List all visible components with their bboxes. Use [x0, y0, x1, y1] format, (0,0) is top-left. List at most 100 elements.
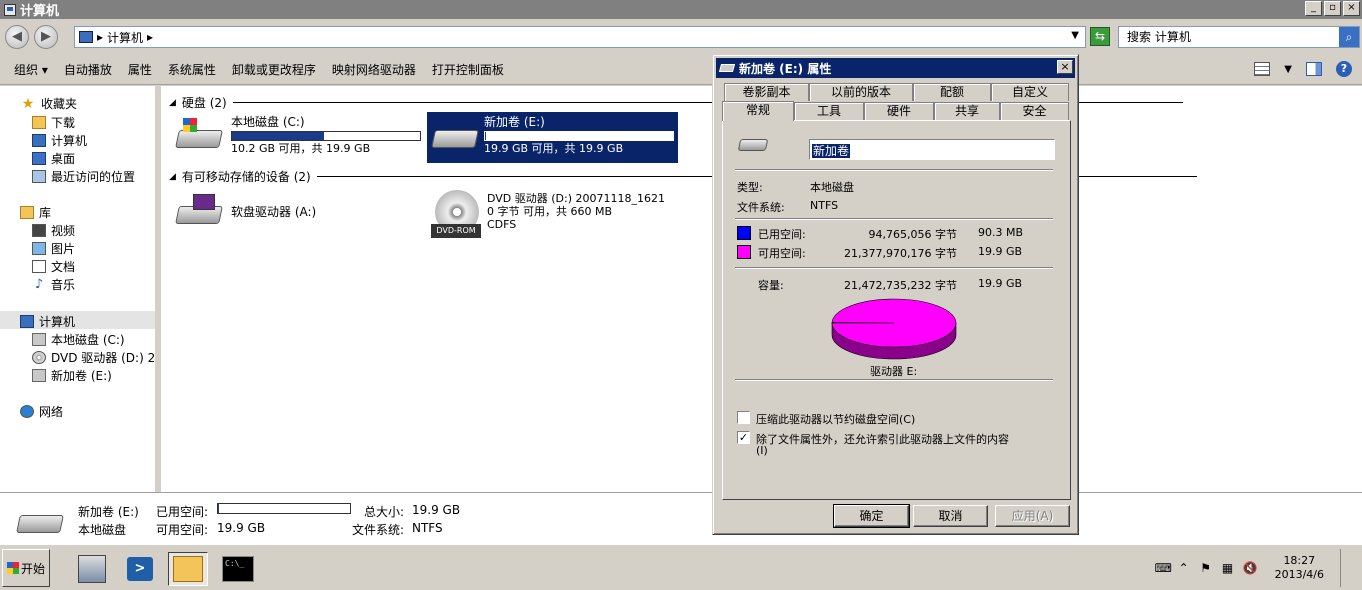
ok-button[interactable]: 确定 [833, 504, 910, 528]
taskbar-powershell[interactable]: > [120, 552, 160, 586]
preview-pane-icon[interactable] [1306, 62, 1322, 76]
taskbar-cmd[interactable]: C:\_ [218, 552, 258, 586]
show-hidden-icons-icon[interactable]: ⌃ [1177, 561, 1191, 575]
capacity-size: 19.9 GB [978, 277, 1023, 290]
organize-button[interactable]: 组织 ▾ [6, 61, 56, 78]
dvd-icon [32, 351, 46, 364]
tab-sharing[interactable]: 共享 [934, 102, 1000, 120]
nav-label: 计算机 [39, 315, 76, 329]
volume-name-input[interactable]: 新加卷 [809, 139, 1055, 160]
nav-videos[interactable]: 视频 [32, 222, 75, 239]
nav-label: 文档 [51, 260, 76, 274]
nav-drive-c[interactable]: 本地磁盘 (C:) [32, 331, 125, 348]
nav-favorites[interactable]: ★ 收藏夹 [20, 95, 77, 112]
uninstall-button[interactable]: 卸载或更改程序 [224, 61, 324, 78]
drive-e-tile[interactable]: 新加卷 (E:) 19.9 GB 可用，共 19.9 GB [427, 112, 678, 163]
forward-button[interactable]: ▶ [34, 25, 58, 49]
maximize-button[interactable]: ▫ [1324, 1, 1341, 16]
nav-music[interactable]: ♪ 音乐 [32, 276, 75, 293]
nav-recent[interactable]: 最近访问的位置 [32, 168, 135, 185]
library-icon [20, 206, 34, 219]
tab-hardware[interactable]: 硬件 [864, 102, 934, 120]
minimize-button[interactable]: _ [1305, 1, 1322, 16]
network-icon [20, 405, 34, 418]
nav-pictures[interactable]: 图片 [32, 240, 75, 257]
window-title: 计算机 [20, 4, 60, 19]
index-label-suffix[interactable]: (I) [756, 444, 768, 457]
tab-general[interactable]: 常规 [722, 101, 794, 121]
cancel-button[interactable]: 取消 [913, 505, 988, 527]
nav-drive-e[interactable]: 新加卷 (E:) [32, 367, 112, 384]
window-controls: _ ▫ × [1305, 1, 1360, 16]
address-bar[interactable]: ▸ 计算机 ▸ ▼ [74, 26, 1086, 48]
drive-free-info: 19.9 GB 可用，共 19.9 GB [484, 142, 624, 155]
nav-drive-d[interactable]: DVD 驱动器 (D:) 20 [32, 349, 158, 366]
apply-button[interactable]: 应用(A) [995, 505, 1070, 527]
used-space-bytes: 94,765,056 字节 [868, 228, 957, 241]
show-desktop-button[interactable] [1340, 549, 1354, 587]
address-dropdown-icon[interactable]: ▼ [1071, 30, 1079, 41]
search-icon[interactable]: ⌕ [1339, 27, 1359, 47]
index-checkbox[interactable]: ✓ [737, 431, 750, 444]
dvd-tile[interactable]: DVD-ROM DVD 驱动器 (D:) 20071118_1621 0 字节 … [431, 190, 665, 238]
volume-muted-icon[interactable]: 🔇 [1243, 561, 1258, 575]
breadcrumb-computer[interactable]: 计算机 [107, 29, 143, 46]
tab-quota[interactable]: 配额 [913, 83, 991, 101]
network-tray-icon[interactable]: ▦ [1221, 561, 1235, 575]
nav-computer[interactable]: 计算机 [20, 313, 75, 330]
nav-label: 音乐 [51, 278, 76, 292]
view-dropdown-icon[interactable]: ▼ [1284, 64, 1292, 75]
compress-checkbox[interactable] [737, 411, 750, 424]
breadcrumb-arrow[interactable]: ▸ [97, 30, 103, 44]
search-input[interactable]: 搜索 计算机 ⌕ [1118, 26, 1360, 48]
general-tab-panel: 新加卷 类型: 本地磁盘 文件系统: NTFS 已用空间: 94,765,056… [722, 120, 1071, 500]
nav-libraries[interactable]: 库 [20, 204, 51, 221]
back-button[interactable]: ◀ [5, 25, 29, 49]
index-label[interactable]: 除了文件属性外，还允许索引此驱动器上文件的内容 [756, 431, 1009, 447]
start-label: 开始 [20, 561, 45, 576]
clock[interactable]: 18:27 2013/4/6 [1275, 554, 1324, 582]
close-button[interactable]: × [1343, 1, 1360, 16]
tab-customize[interactable]: 自定义 [991, 83, 1069, 101]
capacity-label: 容量: [758, 279, 784, 292]
nav-network[interactable]: 网络 [20, 403, 63, 420]
view-options-icon[interactable] [1254, 62, 1271, 76]
nav-label: 视频 [51, 224, 76, 238]
taskbar-server-manager[interactable] [72, 552, 112, 586]
nav-label: DVD 驱动器 (D:) 20 [51, 351, 158, 365]
control-panel-button[interactable]: 打开控制面板 [424, 61, 512, 78]
collapse-arrow-icon[interactable]: ◢ [169, 172, 176, 182]
nav-computer-favorite[interactable]: 计算机 [32, 132, 87, 149]
floppy-tile[interactable]: 软盘驱动器 (A:) [175, 192, 316, 230]
keyboard-icon[interactable]: ⌨ [1155, 561, 1172, 575]
action-center-flag-icon[interactable]: ⚑ [1199, 561, 1213, 575]
properties-button[interactable]: 属性 [120, 61, 160, 78]
capacity-bytes: 21,472,735,232 字节 [844, 279, 957, 292]
taskbar: 开始 > C:\_ ⌨ ⌃ ⚑ ▦ 🔇 18:27 2013/4/6 [0, 544, 1362, 590]
system-tray: ⌨ ⌃ ⚑ ▦ 🔇 18:27 2013/4/6 [1155, 549, 1362, 587]
breadcrumb-arrow[interactable]: ▸ [147, 30, 153, 44]
dialog-close-button[interactable]: × [1057, 60, 1073, 74]
collapse-arrow-icon[interactable]: ◢ [169, 98, 176, 108]
group-title: 有可移动存储的设备 (2) [181, 170, 311, 184]
nav-desktop[interactable]: 桌面 [32, 150, 75, 167]
hard-drive-icon [431, 116, 479, 154]
taskbar-explorer[interactable] [168, 552, 208, 586]
drive-c-tile[interactable]: 本地磁盘 (C:) 10.2 GB 可用，共 19.9 GB [175, 116, 421, 155]
nav-downloads[interactable]: 下载 [32, 114, 75, 131]
compress-label[interactable]: 压缩此驱动器以节约磁盘空间(C) [756, 411, 915, 427]
tab-previous-versions[interactable]: 以前的版本 [809, 83, 913, 101]
start-button[interactable]: 开始 [2, 549, 50, 587]
tab-tools[interactable]: 工具 [794, 102, 864, 120]
usage-fill [232, 132, 325, 140]
tab-security[interactable]: 安全 [1000, 102, 1069, 120]
help-icon[interactable]: ? [1336, 61, 1352, 77]
system-properties-button[interactable]: 系统属性 [160, 61, 224, 78]
nav-documents[interactable]: 文档 [32, 258, 75, 275]
map-drive-button[interactable]: 映射网络驱动器 [324, 61, 424, 78]
tab-shadow-copies[interactable]: 卷影副本 [724, 83, 809, 101]
refresh-button[interactable]: ⇆ [1090, 27, 1110, 46]
details-total-value: 19.9 GB [412, 503, 461, 517]
recent-places-icon [32, 170, 46, 183]
autoplay-button[interactable]: 自动播放 [56, 61, 120, 78]
